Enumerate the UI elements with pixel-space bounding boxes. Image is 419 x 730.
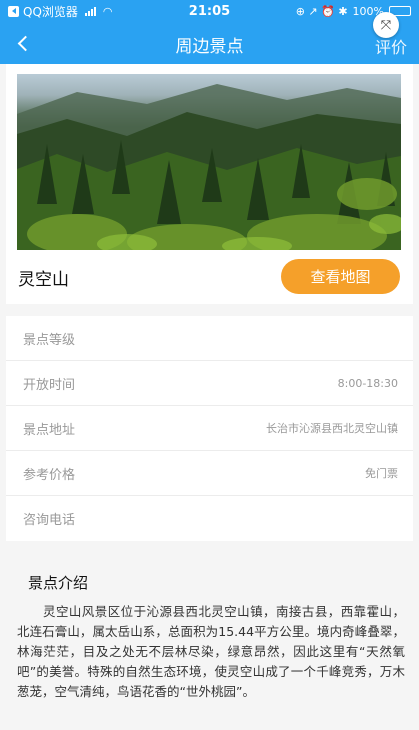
- info-row-address[interactable]: 景点地址 长治市沁源县西北灵空山镇: [6, 406, 413, 451]
- spot-card: 灵空山 查看地图: [6, 64, 413, 304]
- expand-icon[interactable]: ⤧: [373, 12, 399, 38]
- forest-illustration: [17, 84, 401, 250]
- back-to-app-icon[interactable]: [8, 5, 19, 17]
- info-row-price: 参考价格 免门票: [6, 451, 413, 496]
- info-label: 景点地址: [23, 422, 76, 438]
- info-value: 长治市沁源县西北灵空山镇: [266, 422, 398, 435]
- spot-photo: [17, 74, 401, 250]
- info-row-level: 景点等级: [6, 316, 413, 361]
- page-title: 周边景点: [175, 37, 244, 57]
- info-value: 8:00-18:30: [337, 376, 398, 390]
- info-label: 开放时间: [23, 377, 76, 393]
- view-map-button[interactable]: 查看地图: [281, 259, 400, 294]
- spot-name: 灵空山: [18, 270, 69, 290]
- info-row-hours: 开放时间 8:00-18:30: [6, 361, 413, 406]
- signal-icon: [84, 6, 96, 16]
- intro-title: 景点介绍: [28, 574, 89, 592]
- info-row-phone[interactable]: 咨询电话: [6, 496, 413, 541]
- review-button[interactable]: 评价: [375, 34, 407, 58]
- info-label: 参考价格: [23, 467, 76, 483]
- status-left: QQ浏览器 ◠: [8, 3, 296, 20]
- status-indicator-icons: ⊕ ↗ ⏰ ✱: [295, 4, 348, 18]
- info-label: 咨询电话: [23, 513, 76, 528]
- info-list: 景点等级 开放时间 8:00-18:30 景点地址 长治市沁源县西北灵空山镇 参…: [6, 316, 413, 541]
- app-name: QQ浏览器: [23, 4, 78, 19]
- info-label: 景点等级: [23, 332, 76, 348]
- nav-bar: 周边景点 评价: [0, 22, 419, 64]
- intro-text: 灵空山风景区位于沁源县西北灵空山镇，南接古县，西靠霍山，北连石膏山，属太岳山系，…: [17, 604, 405, 699]
- status-bar: QQ浏览器 ◠ 21:05 ⊕ ↗ ⏰ ✱ 100%: [0, 0, 419, 22]
- wifi-icon: ◠: [102, 4, 113, 18]
- info-value: 免门票: [365, 467, 398, 480]
